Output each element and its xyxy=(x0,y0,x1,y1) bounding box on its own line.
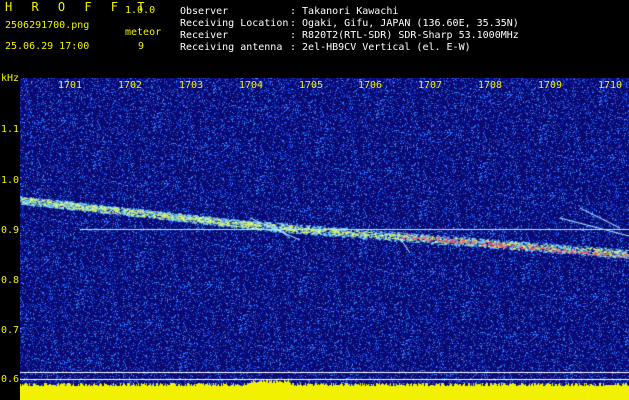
x-tick-label: 1706 xyxy=(357,80,383,91)
antenna-value: : 2el-HB9CV Vertical (el. E-W) xyxy=(290,42,471,53)
location-label: Receiving Location xyxy=(180,18,289,29)
observer-value: : Takanori Kawachi xyxy=(290,6,399,17)
file-datetime: 25.06.29 17:00 xyxy=(5,41,90,52)
y-axis-unit: kHz xyxy=(1,73,20,84)
x-tick-label: 1710 xyxy=(597,80,623,91)
x-tick-label: 1702 xyxy=(117,80,143,91)
meteor-count: 9 xyxy=(138,41,145,52)
x-tick-label: 1705 xyxy=(298,80,324,91)
x-tick-label: 1703 xyxy=(178,80,204,91)
x-tick-label: 1701 xyxy=(57,80,83,91)
y-tick-label: 0.6 xyxy=(1,374,20,385)
receiver-value: : R820T2(RTL-SDR) SDR-Sharp 53.1000MHz xyxy=(290,30,519,41)
x-tick-label: 1704 xyxy=(238,80,264,91)
x-tick-label: 1707 xyxy=(417,80,443,91)
file-name: 2506291700.png xyxy=(5,20,90,31)
y-tick-label: 1.0 xyxy=(1,175,20,186)
location-value: : Ogaki, Gifu, JAPAN (136.60E, 35.35N) xyxy=(290,18,519,29)
spectrogram-plot xyxy=(20,78,629,400)
y-tick-label: 0.9 xyxy=(1,225,20,236)
y-tick-label: 1.1 xyxy=(1,124,20,135)
app-version: 1.0.0 xyxy=(125,5,156,16)
y-tick-label: 0.7 xyxy=(1,325,20,336)
x-tick-label: 1708 xyxy=(477,80,503,91)
meteor-label: meteor xyxy=(125,27,162,38)
y-tick-label: 0.8 xyxy=(1,275,20,286)
x-tick-label: 1709 xyxy=(537,80,563,91)
observer-label: Observer xyxy=(180,6,229,17)
receiver-label: Receiver xyxy=(180,30,229,41)
antenna-label: Receiving antenna xyxy=(180,42,283,53)
